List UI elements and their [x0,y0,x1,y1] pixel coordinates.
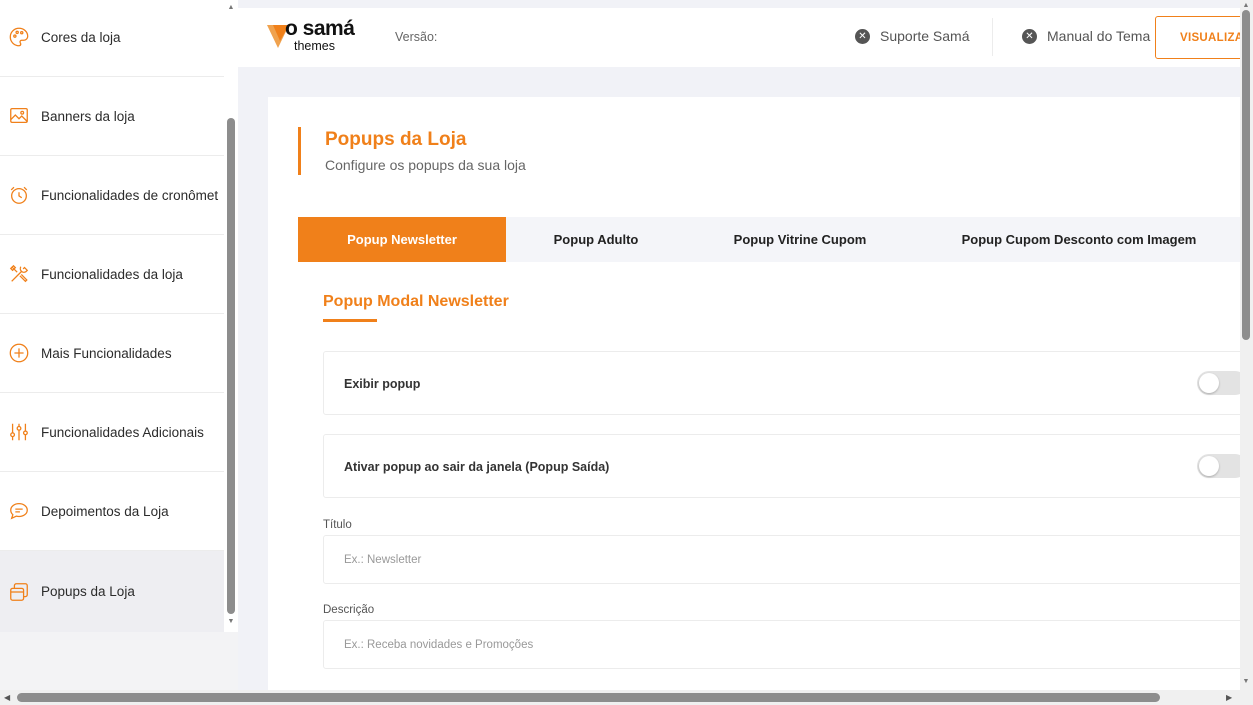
scroll-right-icon[interactable]: ▶ [1226,693,1232,702]
tab-popup-cupom-desconto[interactable]: Popup Cupom Desconto com Imagem [914,217,1240,262]
tools-icon [9,264,29,283]
sidebar-item-label: Banners da loja [41,108,135,124]
option-popup-saida: Ativar popup ao sair da janela (Popup Sa… [323,434,1240,498]
visualize-button[interactable]: VISUALIZAR [1155,16,1250,59]
titulo-input[interactable] [323,535,1240,584]
sliders-icon [10,423,28,441]
option-label: Exibir popup [344,377,421,391]
sidebar-scrollbar[interactable]: ▲ ▼ [224,0,238,632]
sidebar-item-funcionalidades[interactable]: Funcionalidades da loja [0,235,224,314]
titulo-label: Título [323,519,352,531]
sidebar-item-mais[interactable]: Mais Funcionalidades [0,314,224,393]
tab-popup-adulto[interactable]: Popup Adulto [506,217,686,262]
scroll-up-icon[interactable]: ▲ [1242,2,1250,10]
sidebar-item-popups[interactable]: Popups da Loja [0,551,224,632]
page-scrollbar[interactable]: ▲ ▼ [1240,0,1253,690]
page-subtitle: Configure os popups da sua loja [325,157,526,173]
title-accent-bar [298,127,301,175]
section-title: Popup Modal Newsletter [323,293,509,310]
sidebar: Cores da loja Banners da loja Funcionali… [0,0,238,690]
sidebar-item-label: Funcionalidades de cronômet [41,187,219,203]
sidebar-item-cores[interactable]: Cores da loja [0,0,224,77]
scroll-down-icon[interactable]: ▼ [1242,678,1250,686]
close-circle-icon: ✕ [855,28,870,44]
plus-circle-icon [9,343,29,363]
option-exibir-popup: Exibir popup [323,351,1240,415]
sidebar-item-banners[interactable]: Banners da loja [0,77,224,156]
scroll-up-icon[interactable]: ▲ [227,4,235,12]
alarm-clock-icon [10,186,28,204]
sidebar-item-adicionais[interactable]: Funcionalidades Adicionais [0,393,224,472]
sidebar-scroll-thumb[interactable] [227,118,235,614]
descricao-label: Descrição [323,604,375,616]
scroll-down-icon[interactable]: ▼ [227,618,235,626]
horizontal-scrollbar[interactable]: ◀ ▶ [0,690,1253,705]
page-title: Popups da Loja [325,129,467,150]
descricao-input[interactable] [323,620,1240,669]
toggle-knob [1199,456,1219,476]
sidebar-item-label: Mais Funcionalidades [41,345,172,361]
support-link[interactable]: ✕ Suporte Samá [855,28,970,44]
manual-link-label: Manual do Tema [1047,28,1151,44]
popup-tabs: Popup Newsletter Popup Adulto Popup Vitr… [298,217,1240,262]
image-icon [10,108,28,124]
top-header: o samá themes Versão: ✕ Suporte Samá ✕ M… [238,8,1250,67]
chat-bubble-icon [10,503,28,520]
tab-popup-newsletter[interactable]: Popup Newsletter [298,217,506,262]
logo-sub: themes [294,39,335,53]
logo[interactable]: o samá themes [267,17,362,59]
sidebar-menu: Cores da loja Banners da loja Funcionali… [0,0,224,632]
sidebar-item-depoimentos[interactable]: Depoimentos da Loja [0,472,224,551]
sidebar-item-label: Cores da loja [41,29,121,45]
manual-link[interactable]: ✕ Manual do Tema [1022,28,1150,44]
sidebar-item-label: Depoimentos da Loja [41,503,169,519]
section-underline [323,319,377,322]
popup-saida-toggle[interactable] [1197,454,1240,478]
version-label: Versão: [395,30,438,44]
support-link-label: Suporte Samá [880,28,970,44]
palette-icon [9,27,29,47]
exibir-popup-toggle[interactable] [1197,371,1240,395]
horizontal-scroll-thumb[interactable] [17,693,1160,702]
close-circle-icon: ✕ [1022,28,1037,44]
page-scroll-thumb[interactable] [1242,10,1250,340]
windows-icon [10,582,28,601]
sidebar-item-label: Funcionalidades da loja [41,266,183,282]
toggle-knob [1199,373,1219,393]
sidebar-item-label: Funcionalidades Adicionais [41,424,204,440]
scroll-left-icon[interactable]: ◀ [4,693,10,702]
main-card: Popups da Loja Configure os popups da su… [268,97,1240,690]
sidebar-item-label: Popups da Loja [41,584,135,599]
logo-brand: o samá [285,17,355,40]
option-label: Ativar popup ao sair da janela (Popup Sa… [344,460,610,474]
header-divider [992,18,993,56]
sidebar-item-cronometro[interactable]: Funcionalidades de cronômet [0,156,224,235]
tab-popup-vitrine-cupom[interactable]: Popup Vitrine Cupom [686,217,914,262]
